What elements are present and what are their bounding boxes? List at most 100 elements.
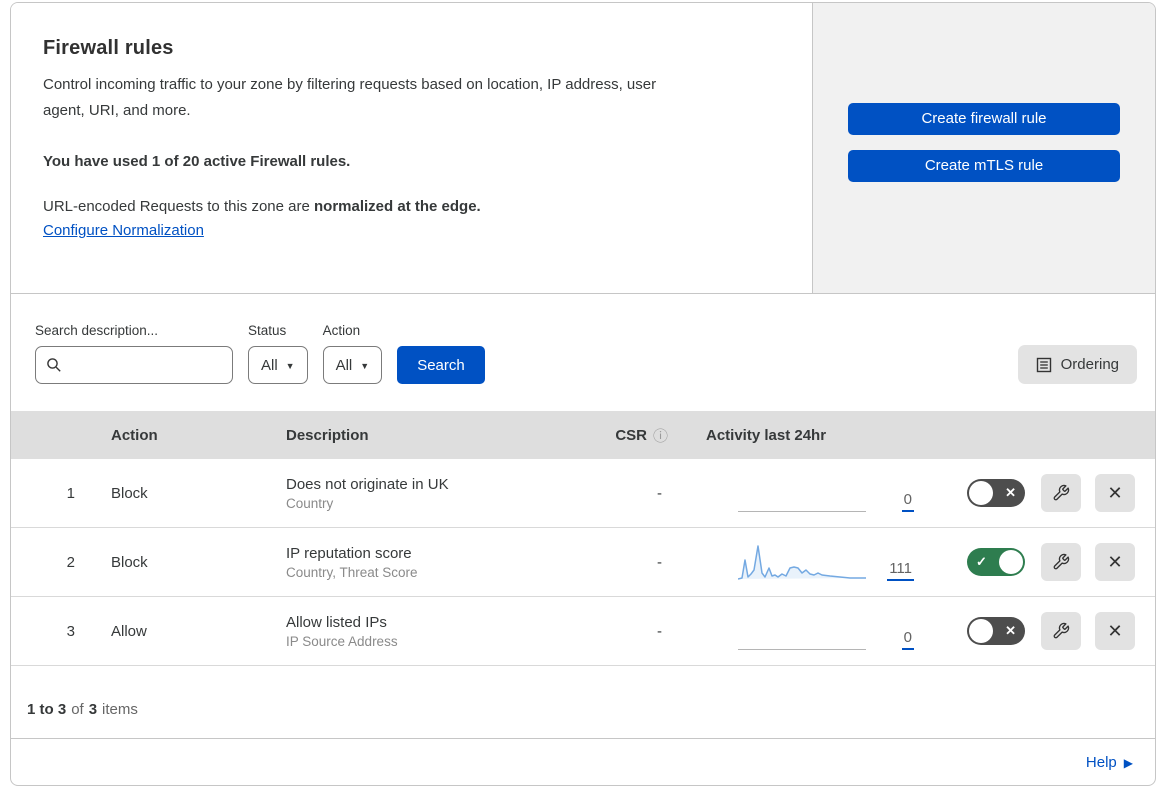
edit-rule-button[interactable] (1041, 612, 1081, 650)
chevron-down-icon: ▼ (285, 361, 295, 371)
toggle-knob (969, 481, 993, 505)
delete-rule-button[interactable]: ✕ (1095, 612, 1135, 650)
normalization-note-bold: normalized at the edge. (314, 197, 481, 215)
search-input[interactable] (70, 356, 222, 374)
table-row: 1 Block Does not originate in UK Country… (11, 459, 1155, 528)
activity-sparkline-flat (738, 613, 866, 650)
action-label: Action (322, 323, 361, 338)
status-label: Status (248, 323, 287, 338)
activity-count-wrap: 0 (876, 629, 914, 650)
ordering-button-label: Ordering (1060, 356, 1119, 373)
page-title: Firewall rules (43, 37, 174, 59)
toggle-x-icon: ✕ (1005, 623, 1016, 638)
activity-count-link[interactable]: 0 (901, 629, 914, 650)
delete-rule-button[interactable]: ✕ (1095, 474, 1135, 512)
normalization-note-text: URL-encoded Requests to this zone are (43, 197, 314, 215)
items-label: items (102, 701, 138, 718)
create-firewall-rule-button[interactable]: Create firewall rule (848, 102, 1120, 135)
normalization-note: URL-encoded Requests to this zone are no… (43, 198, 782, 215)
column-header-activity: Activity last 24hr (706, 426, 827, 444)
activity-sparkline-chart (737, 543, 866, 581)
rule-criteria: Country (286, 495, 334, 511)
items-total: 3 (88, 701, 98, 718)
toggle-knob (999, 550, 1023, 574)
help-link[interactable]: Help ▶ (1086, 754, 1133, 771)
header-actions-panel: Create firewall rule Create mTLS rule (813, 3, 1155, 293)
rule-priority: 2 (66, 553, 75, 571)
column-header-action: Action (111, 426, 158, 444)
list-document-icon (1036, 357, 1052, 373)
rule-activity-cell: 0 (676, 613, 926, 650)
rule-priority: 1 (66, 484, 75, 502)
rule-enabled-toggle[interactable]: ✕ (967, 617, 1025, 645)
close-icon: ✕ (1107, 620, 1123, 641)
toggle-knob (969, 619, 993, 643)
wrench-icon (1052, 622, 1070, 640)
chevron-down-icon: ▼ (360, 361, 370, 371)
table-row: 2 Block IP reputation score Country, Thr… (11, 528, 1155, 597)
help-link-label: Help (1085, 754, 1117, 771)
header-section: Firewall rules Control incoming traffic … (11, 3, 1155, 294)
rule-action: Block (111, 484, 148, 502)
table-row: 3 Allow Allow listed IPs IP Source Addre… (11, 597, 1155, 666)
help-footer: Help ▶ (11, 739, 1155, 785)
rule-controls: ✓ ✕ (926, 543, 1155, 581)
activity-sparkline-flat (738, 475, 866, 512)
search-icon (46, 357, 62, 373)
toggle-x-icon: ✕ (1005, 485, 1016, 500)
column-header-description: Description (286, 426, 369, 444)
rule-controls: ✕ ✕ (926, 474, 1155, 512)
pagination-summary: 1 to 3 of 3 items (11, 666, 1155, 739)
search-field[interactable] (35, 346, 233, 384)
usage-summary: You have used 1 of 20 active Firewall ru… (43, 152, 351, 170)
rule-csr-value: - (657, 553, 662, 571)
edit-rule-button[interactable] (1041, 543, 1081, 581)
edit-rule-button[interactable] (1041, 474, 1081, 512)
rule-action: Allow (111, 622, 147, 640)
rule-enabled-toggle[interactable]: ✕ (967, 479, 1025, 507)
search-button[interactable]: Search (397, 346, 485, 384)
items-range: 1 to 3 (27, 701, 67, 718)
ordering-button[interactable]: Ordering (1017, 345, 1137, 384)
csr-header-label: CSR (615, 426, 647, 444)
activity-count-link[interactable]: 111 (887, 560, 914, 581)
items-of-label: of (71, 701, 84, 718)
table-header: Action Description CSR ⓘ Activity last 2… (11, 411, 1155, 459)
delete-rule-button[interactable]: ✕ (1095, 543, 1135, 581)
rule-csr-value: - (657, 484, 662, 502)
rule-csr-value: - (657, 622, 662, 640)
wrench-icon (1052, 484, 1070, 502)
filter-toolbar: Search description... Status All ▼ Actio… (11, 294, 1155, 411)
header-description-panel: Firewall rules Control incoming traffic … (11, 3, 813, 293)
rule-description-cell: Allow listed IPs IP Source Address (276, 614, 586, 649)
rule-description-cell: Does not originate in UK Country (276, 476, 586, 511)
column-header-csr: CSR ⓘ (586, 425, 676, 446)
search-label: Search description... (35, 323, 159, 338)
wrench-icon (1052, 553, 1070, 571)
action-dropdown[interactable]: All ▼ (322, 346, 383, 384)
close-icon: ✕ (1107, 551, 1123, 572)
create-mtls-rule-button[interactable]: Create mTLS rule (848, 149, 1120, 182)
status-dropdown-value: All (261, 356, 278, 374)
rule-priority: 3 (66, 622, 75, 640)
rule-controls: ✕ ✕ (926, 612, 1155, 650)
configure-normalization-link[interactable]: Configure Normalization (43, 222, 204, 239)
toggle-check-icon: ✓ (976, 554, 987, 569)
rule-description: Allow listed IPs (286, 613, 387, 631)
status-dropdown[interactable]: All ▼ (248, 346, 308, 384)
rule-criteria: Country, Threat Score (286, 564, 418, 580)
close-icon: ✕ (1107, 482, 1123, 503)
info-icon[interactable]: ⓘ (653, 425, 668, 446)
activity-count-wrap: 111 (876, 560, 914, 581)
rule-description: IP reputation score (286, 544, 412, 562)
rule-action: Block (111, 553, 148, 571)
rule-activity-cell: 0 (676, 475, 926, 512)
activity-count-link[interactable]: 0 (901, 491, 914, 512)
page-description: Control incoming traffic to your zone by… (43, 76, 657, 120)
rule-description: Does not originate in UK (286, 475, 449, 493)
activity-count-wrap: 0 (876, 491, 914, 512)
rule-activity-cell: 111 (676, 543, 926, 581)
action-dropdown-value: All (335, 356, 353, 374)
rule-enabled-toggle[interactable]: ✓ (967, 548, 1025, 576)
firewall-rules-card: Firewall rules Control incoming traffic … (10, 2, 1156, 786)
